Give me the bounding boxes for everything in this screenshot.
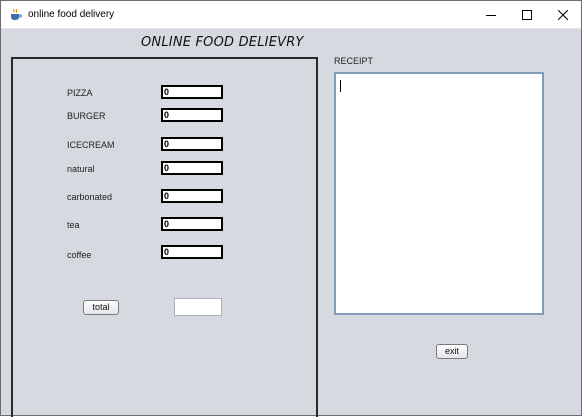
icecream-label: ICECREAM	[67, 140, 115, 150]
carbonated-quantity-input[interactable]: 0	[161, 189, 223, 203]
exit-button[interactable]: exit	[436, 344, 468, 359]
coffee-quantity-input[interactable]: 0	[161, 245, 223, 259]
title-bar[interactable]: online food delivery	[1, 1, 581, 29]
receipt-text-area[interactable]	[334, 72, 544, 315]
natural-quantity-input[interactable]: 0	[161, 161, 223, 175]
maximize-icon	[522, 9, 532, 20]
app-window: online food delivery ONLINE FOOD DELIEVR…	[0, 0, 582, 417]
maximize-button[interactable]	[509, 1, 545, 28]
text-caret	[340, 80, 341, 92]
pizza-label: PIZZA	[67, 88, 93, 98]
icecream-quantity-input[interactable]: 0	[161, 137, 223, 151]
close-icon	[558, 9, 568, 20]
pizza-quantity-input[interactable]: 0	[161, 85, 223, 99]
tea-label: tea	[67, 220, 80, 230]
burger-quantity-input[interactable]: 0	[161, 108, 223, 122]
receipt-label: RECEIPT	[334, 56, 374, 66]
natural-label: natural	[67, 164, 95, 174]
java-cup-icon	[9, 8, 22, 21]
page-title: ONLINE FOOD DELIEVRY	[141, 35, 304, 50]
total-button[interactable]: total	[83, 300, 119, 315]
minimize-icon	[486, 10, 496, 20]
coffee-label: coffee	[67, 250, 92, 260]
total-field[interactable]	[174, 298, 222, 316]
window-title: online food delivery	[28, 9, 115, 20]
close-button[interactable]	[545, 1, 581, 28]
minimize-button[interactable]	[473, 1, 509, 28]
tea-quantity-input[interactable]: 0	[161, 217, 223, 231]
carbonated-label: carbonated	[67, 192, 113, 202]
burger-label: BURGER	[67, 111, 106, 121]
